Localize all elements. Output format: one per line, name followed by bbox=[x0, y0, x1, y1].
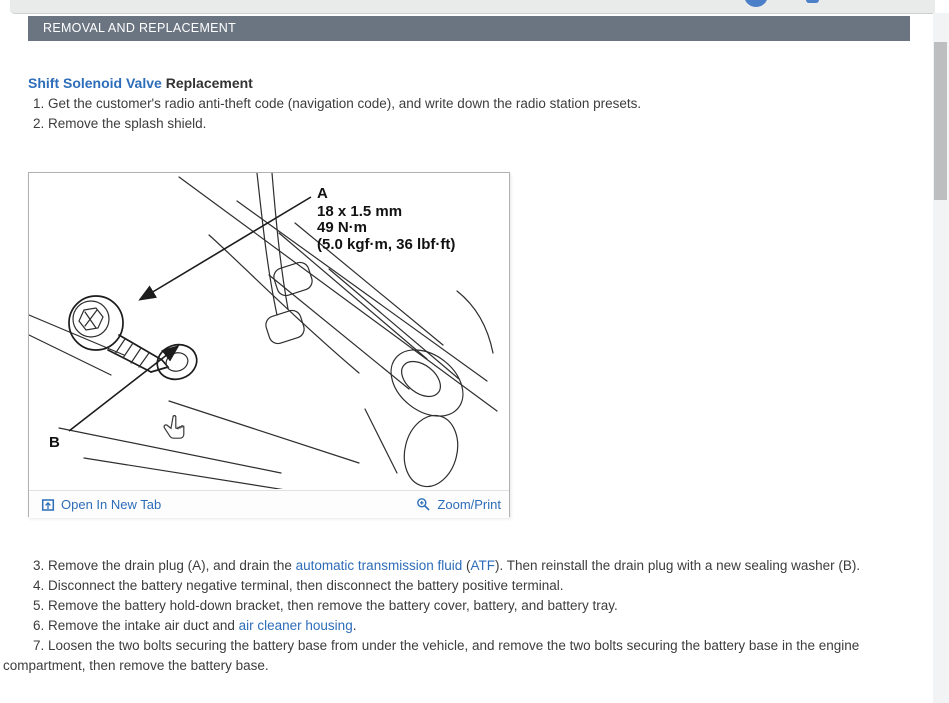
open-in-new-tab-link[interactable]: Open In New Tab bbox=[41, 497, 161, 512]
callout-label-a: A bbox=[317, 185, 328, 202]
step-text: Loosen the two bolts securing the batter… bbox=[3, 638, 860, 673]
step-number: 2. bbox=[33, 116, 49, 131]
scrollbar-thumb[interactable] bbox=[934, 42, 947, 200]
step-text: Remove the splash shield. bbox=[48, 116, 207, 131]
zoom-print-link[interactable]: Zoom/Print bbox=[416, 497, 501, 512]
open-in-new-tab-label: Open In New Tab bbox=[61, 497, 162, 512]
step-number: 5. bbox=[33, 598, 49, 613]
procedure-step: 4. Disconnect the battery negative termi… bbox=[3, 576, 915, 596]
step-text: Remove the intake air duct and bbox=[48, 618, 239, 633]
procedure-step: 2. Remove the splash shield. bbox=[3, 114, 927, 134]
open-in-new-tab-icon bbox=[41, 498, 55, 511]
step-text: Get the customer's radio anti-theft code… bbox=[48, 96, 642, 111]
sealing-washer-drawing bbox=[156, 343, 198, 381]
transmission-housing-drawing bbox=[28, 172, 498, 496]
step-text: . bbox=[352, 618, 357, 633]
torque-nm-label: 49 N·m bbox=[317, 219, 367, 236]
procedure-step: 3. Remove the drain plug (A), and drain … bbox=[3, 556, 915, 576]
leader-line-b bbox=[68, 345, 180, 432]
step-number: 6. bbox=[33, 618, 49, 633]
title-topic: Shift Solenoid Valve bbox=[28, 75, 162, 91]
step-text: Remove the battery hold-down bracket, th… bbox=[48, 598, 618, 613]
step-number: 3. bbox=[33, 558, 49, 573]
procedure-step: 7. Loosen the two bolts securing the bat… bbox=[3, 636, 915, 676]
callout-label-b: B bbox=[49, 434, 60, 451]
step-text: Remove the drain plug (A), and drain the bbox=[48, 558, 296, 573]
page-title: Shift Solenoid Valve Replacement bbox=[28, 75, 253, 91]
step-text: ). Then reinstall the drain plug with a … bbox=[494, 558, 861, 573]
top-toolbar-strip bbox=[10, 0, 935, 14]
step-number: 1. bbox=[33, 96, 49, 111]
section-header-bar: REMOVAL AND REPLACEMENT bbox=[28, 16, 910, 41]
procedure-step: 5. Remove the battery hold-down bracket,… bbox=[3, 596, 915, 616]
clipped-blue-circle-icon[interactable] bbox=[744, 0, 768, 7]
steps-before-figure: 1. Get the customer's radio anti-theft c… bbox=[3, 94, 927, 134]
procedure-step: 1. Get the customer's radio anti-theft c… bbox=[3, 94, 927, 114]
vertical-scrollbar[interactable] bbox=[933, 13, 949, 703]
step-inline-link[interactable]: automatic transmission fluid bbox=[296, 558, 463, 573]
steps-after-figure: 3. Remove the drain plug (A), and drain … bbox=[3, 556, 915, 676]
figure-image[interactable]: A 18 x 1.5 mm 49 N·m (5.0 kgf·m, 36 lbf·… bbox=[28, 172, 509, 496]
step-inline-link[interactable]: air cleaner housing bbox=[239, 618, 353, 633]
thread-spec-label: 18 x 1.5 mm bbox=[317, 203, 402, 220]
step-inline-link[interactable]: ATF bbox=[470, 558, 495, 573]
drain-plug-drawing bbox=[68, 295, 170, 373]
procedure-step: 6. Remove the intake air duct and air cl… bbox=[3, 616, 915, 636]
step-number: 4. bbox=[33, 578, 49, 593]
clipped-blue-toolbar-icon[interactable] bbox=[806, 0, 819, 3]
figure-card: A 18 x 1.5 mm 49 N·m (5.0 kgf·m, 36 lbf·… bbox=[28, 172, 510, 518]
figure-footer: Open In New Tab Zoom/Print bbox=[29, 490, 509, 518]
section-header-label: REMOVAL AND REPLACEMENT bbox=[43, 21, 237, 35]
magnifier-plus-icon bbox=[417, 498, 430, 511]
hand-cursor-icon bbox=[163, 415, 185, 439]
transmission-diagram: A 18 x 1.5 mm 49 N·m (5.0 kgf·m, 36 lbf·… bbox=[28, 172, 498, 496]
step-number: 7. bbox=[33, 638, 49, 653]
step-text: Disconnect the battery negative terminal… bbox=[48, 578, 564, 593]
zoom-print-label: Zoom/Print bbox=[437, 497, 501, 512]
torque-alt-label: (5.0 kgf·m, 36 lbf·ft) bbox=[317, 236, 455, 253]
title-suffix: Replacement bbox=[165, 75, 253, 91]
